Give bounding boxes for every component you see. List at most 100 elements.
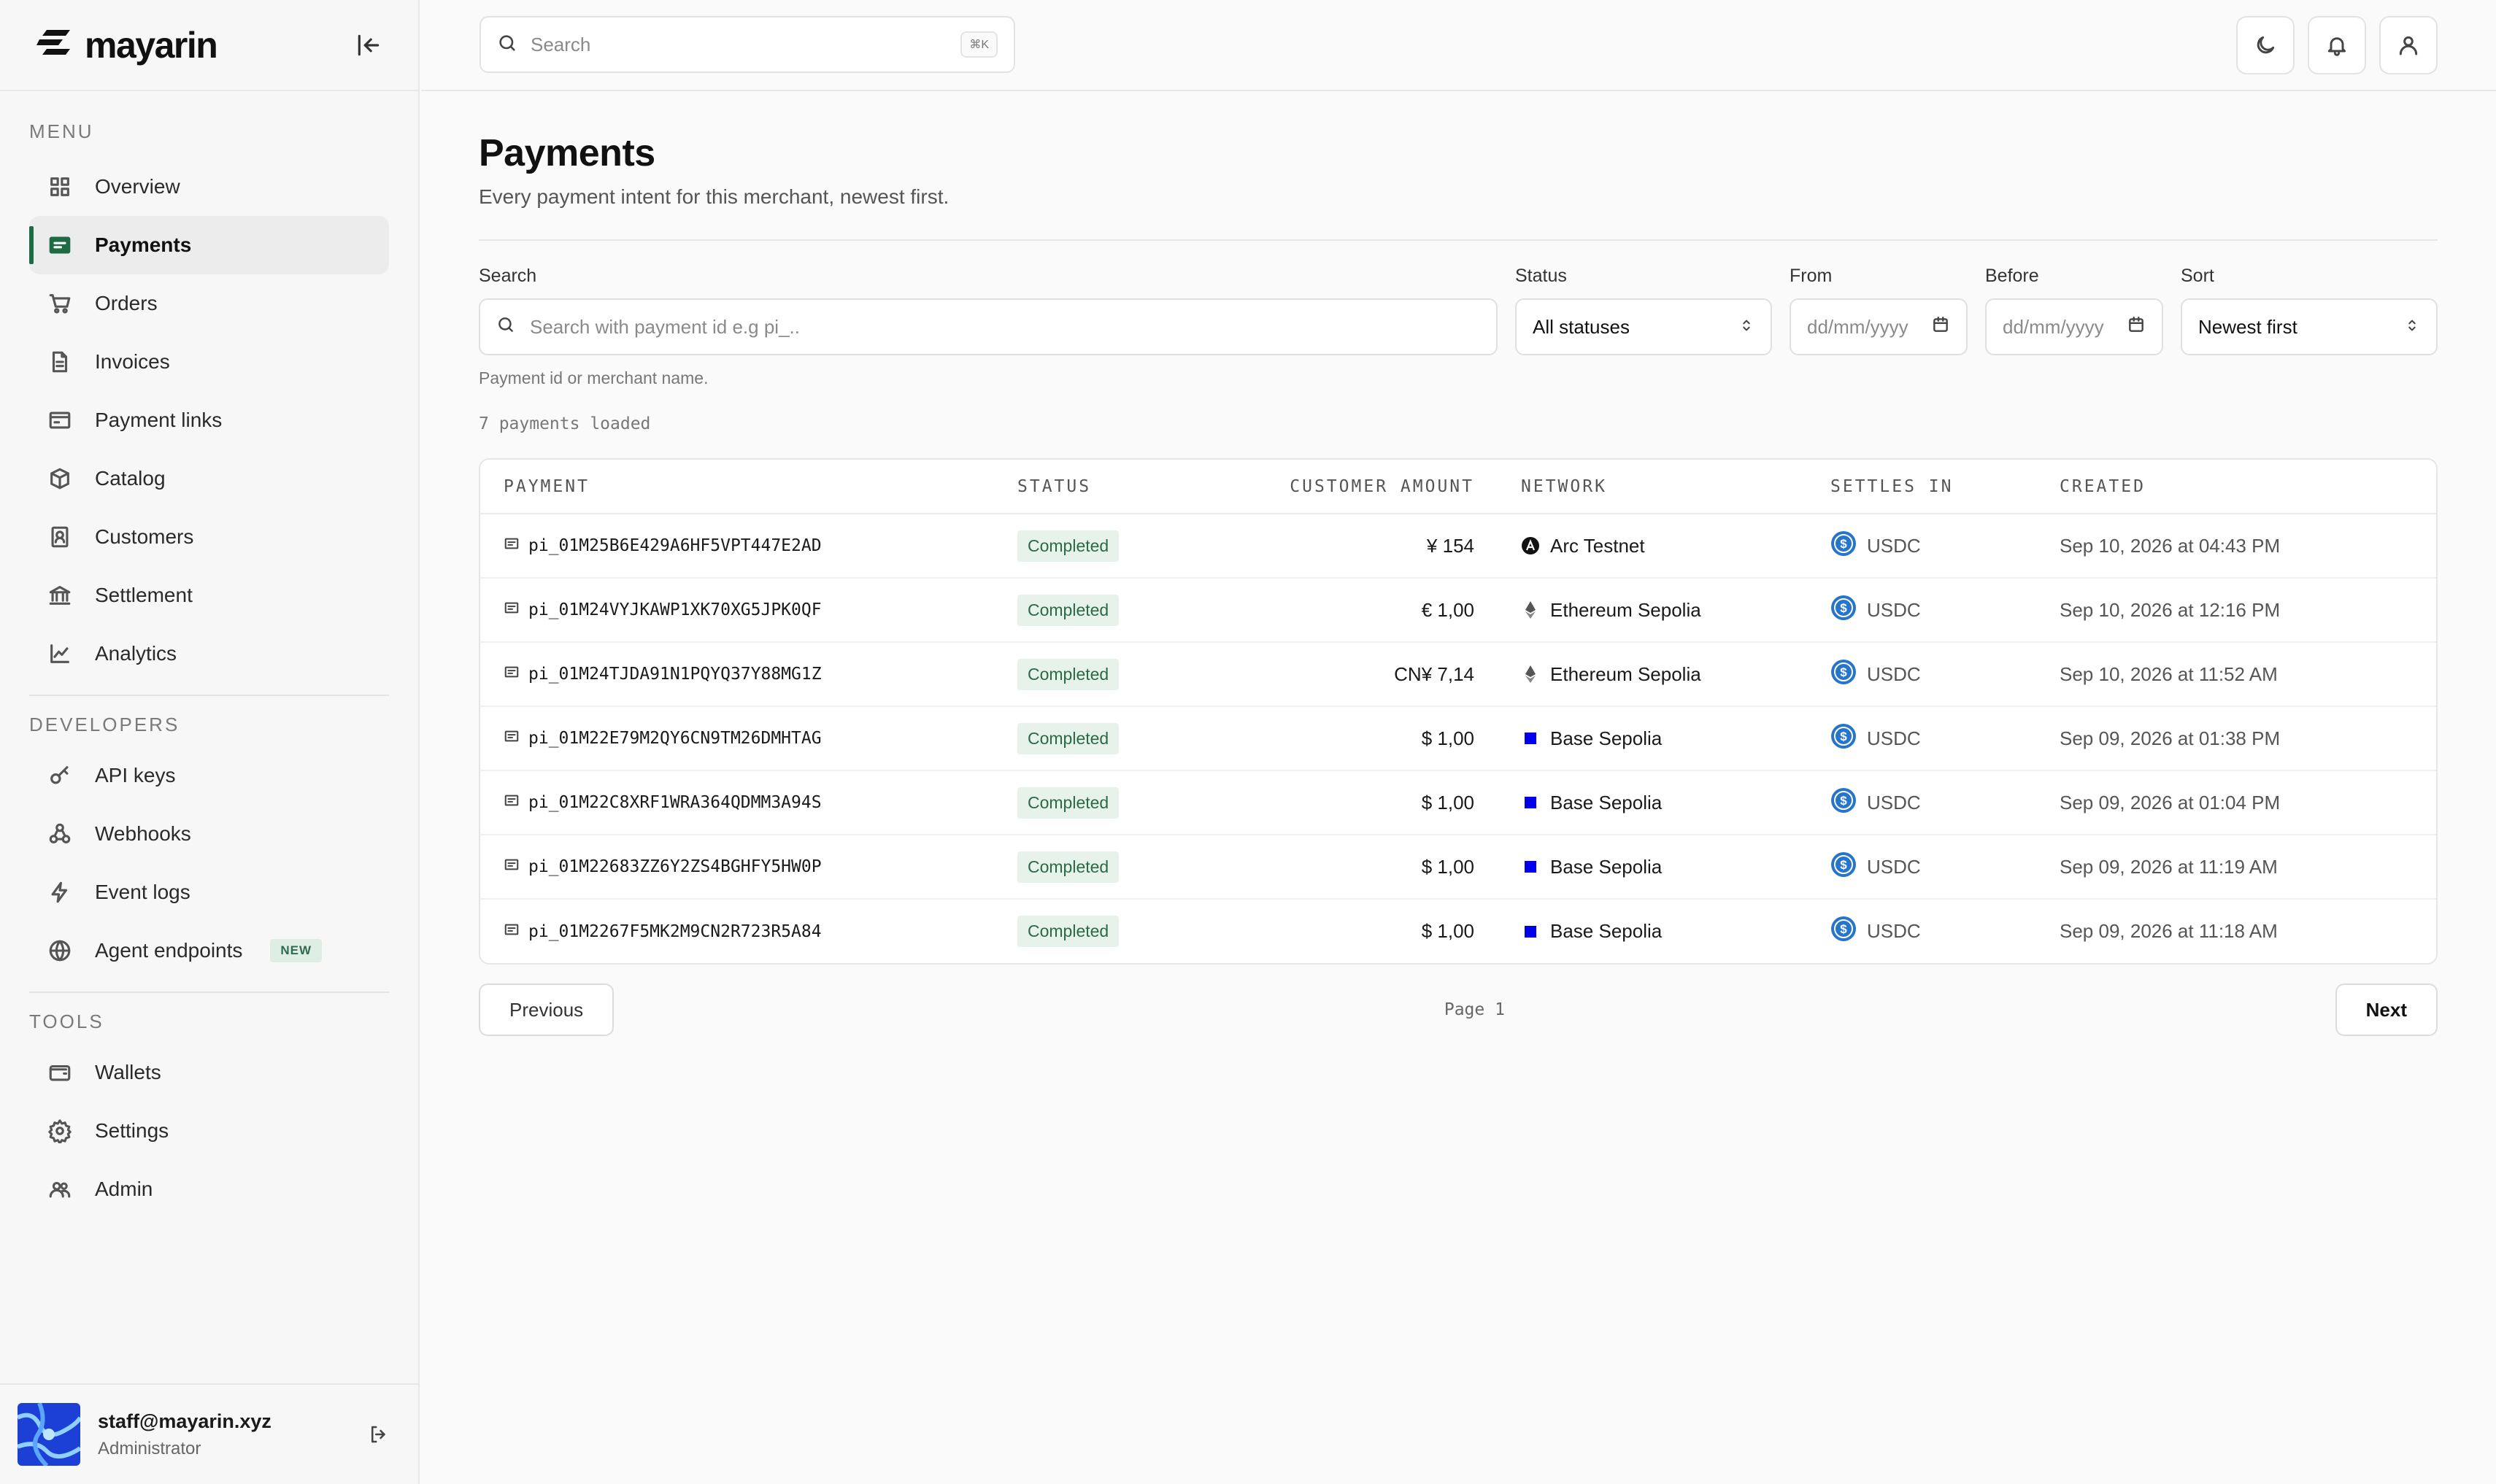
payment-cell[interactable]: pi_01M24VYJKAWP1XK70XG5JPK0QF (480, 578, 994, 643)
sort-select[interactable]: Newest first (2181, 298, 2438, 355)
network-cell: Ethereum Sepolia (1498, 578, 1807, 643)
payment-icon (504, 921, 520, 942)
payment-id[interactable]: pi_01M25B6E429A6HF5VPT447E2AD (528, 536, 822, 555)
settle-currency: USDC (1867, 662, 1921, 685)
col-status[interactable]: STATUS (994, 460, 1213, 514)
sidebar-item-agent-endpoints[interactable]: Agent endpoints NEW (29, 921, 389, 980)
sidebar-item-label: Webhooks (95, 822, 191, 845)
global-search-input[interactable]: Search ⌘K (479, 16, 1015, 73)
created-date: Sep 09, 2026 at 11:18 AM (2060, 920, 2278, 942)
sidebar-item-analytics[interactable]: Analytics (29, 625, 389, 683)
sidebar-item-label: API keys (95, 764, 176, 787)
sidebar-item-label: Catalog (95, 467, 166, 490)
payment-id[interactable]: pi_01M2267F5MK2M9CN2R723R5A84 (528, 922, 822, 941)
usdc-icon: $ (1830, 595, 1857, 626)
customer-amount: CN¥ 7,14 (1213, 642, 1498, 707)
status-cell: Completed (994, 770, 1213, 835)
collapse-sidebar-button[interactable] (348, 25, 389, 66)
sidebar-item-webhooks[interactable]: Webhooks (29, 805, 389, 863)
settle-currency: USDC (1867, 791, 1921, 814)
payment-id[interactable]: pi_01M22C8XRF1WRA364QDMM3A94S (528, 793, 822, 812)
table-row[interactable]: pi_01M24VYJKAWP1XK70XG5JPK0QF Completed € … (480, 578, 2436, 643)
logout-icon (371, 1426, 385, 1443)
payment-cell[interactable]: pi_01M25B6E429A6HF5VPT447E2AD (480, 514, 994, 579)
network-cell: Arc Testnet (1498, 514, 1807, 579)
network-cell: Base Sepolia (1498, 835, 1807, 900)
sidebar-item-payment-links[interactable]: Payment links (29, 391, 389, 449)
settles-cell: $ USDC (1807, 706, 2036, 771)
bell-icon (2327, 37, 2346, 56)
sidebar-item-wallets[interactable]: Wallets (29, 1043, 389, 1102)
payment-id[interactable]: pi_01M24VYJKAWP1XK70XG5JPK0QF (528, 600, 822, 619)
user-info: staff@mayarin.xyz Administrator (98, 1410, 347, 1459)
sidebar-item-payments[interactable]: Payments (29, 216, 389, 274)
table-row[interactable]: pi_01M24TJDA91N1PQYQ37Y88MG1Z Completed CN… (480, 642, 2436, 707)
sort-select-value: Newest first (2198, 315, 2297, 338)
card-icon (47, 232, 73, 258)
brand-logo[interactable]: mayarin (36, 24, 218, 66)
user-profile: staff@mayarin.xyz Administrator (0, 1383, 420, 1484)
customer-amount: $ 1,00 (1213, 770, 1498, 835)
previous-button[interactable]: Previous (479, 983, 615, 1036)
calendar-icon[interactable] (2127, 315, 2146, 339)
network-cell: Base Sepolia (1498, 899, 1807, 963)
sidebar-item-invoices[interactable]: Invoices (29, 333, 389, 391)
sidebar-item-overview[interactable]: Overview (29, 158, 389, 216)
payment-id[interactable]: pi_01M24TJDA91N1PQYQ37Y88MG1Z (528, 665, 822, 684)
sidebar-item-customers[interactable]: Customers (29, 508, 389, 566)
payment-icon (504, 792, 520, 813)
sidebar-item-event-logs[interactable]: Event logs (29, 863, 389, 921)
status-select[interactable]: All statuses (1515, 298, 1772, 355)
from-field: From dd/mm/yyyy (1790, 266, 1968, 388)
account-button[interactable] (2379, 16, 2438, 74)
sidebar-item-orders[interactable]: Orders (29, 274, 389, 333)
payment-cell[interactable]: pi_01M2267F5MK2M9CN2R723R5A84 (480, 899, 994, 963)
payment-cell[interactable]: pi_01M22683ZZ6Y2ZS4BGHFY5HW0P (480, 835, 994, 900)
payment-cell[interactable]: pi_01M22E79M2QY6CN9TM26DMHTAG (480, 706, 994, 771)
payment-search-input[interactable]: Search with payment id e.g pi_.. (479, 298, 1498, 355)
calendar-icon[interactable] (1931, 315, 1950, 339)
customer-amount: $ 1,00 (1213, 835, 1498, 900)
mayarin-logo-icon (36, 28, 73, 61)
sidebar-item-catalog[interactable]: Catalog (29, 449, 389, 508)
page-indicator: Page 1 (1444, 1000, 1505, 1019)
next-button[interactable]: Next (2335, 983, 2438, 1036)
col-settles-in[interactable]: SETTLES IN (1807, 460, 2036, 514)
col-payment[interactable]: PAYMENT (480, 460, 994, 514)
table-row[interactable]: pi_01M22683ZZ6Y2ZS4BGHFY5HW0P Completed $ … (480, 835, 2436, 900)
sidebar-item-settings[interactable]: Settings (29, 1102, 389, 1160)
before-date-input[interactable]: dd/mm/yyyy (1985, 298, 2163, 355)
usdc-icon: $ (1830, 530, 1857, 562)
payment-cell[interactable]: pi_01M24TJDA91N1PQYQ37Y88MG1Z (480, 642, 994, 707)
usdc-icon: $ (1830, 723, 1857, 754)
payment-id[interactable]: pi_01M22683ZZ6Y2ZS4BGHFY5HW0P (528, 857, 822, 876)
payment-id[interactable]: pi_01M22E79M2QY6CN9TM26DMHTAG (528, 729, 822, 748)
created-date: Sep 10, 2026 at 12:16 PM (2036, 578, 2436, 643)
theme-toggle-button[interactable] (2236, 16, 2295, 74)
settle-currency: USDC (1867, 534, 1921, 557)
status-cell: Completed (994, 514, 1213, 579)
gear-icon (47, 1118, 73, 1144)
col-created[interactable]: CREATED (2036, 460, 2436, 514)
sidebar-item-api-keys[interactable]: API keys (29, 746, 389, 805)
col-network[interactable]: NETWORK (1498, 460, 1807, 514)
col-customer-amount[interactable]: CUSTOMER AMOUNT (1213, 460, 1498, 514)
inbox-icon (47, 407, 73, 433)
page-subtitle: Every payment intent for this merchant, … (479, 185, 950, 208)
payment-cell[interactable]: pi_01M22C8XRF1WRA364QDMM3A94S (480, 770, 994, 835)
top-actions (2236, 16, 2438, 74)
contact-icon (47, 524, 73, 550)
table-row[interactable]: pi_01M25B6E429A6HF5VPT447E2AD Completed ¥ … (480, 514, 2436, 579)
avatar[interactable] (18, 1403, 80, 1466)
sidebar-item-admin[interactable]: Admin (29, 1160, 389, 1218)
table-row[interactable]: pi_01M22E79M2QY6CN9TM26DMHTAG Completed $ … (480, 706, 2436, 771)
chevron-updown-icon (1738, 316, 1754, 339)
table-row[interactable]: pi_01M22C8XRF1WRA364QDMM3A94S Completed $ … (480, 770, 2436, 835)
notifications-button[interactable] (2308, 16, 2366, 74)
sidebar-item-settlement[interactable]: Settlement (29, 566, 389, 625)
from-date-input[interactable]: dd/mm/yyyy (1790, 298, 1968, 355)
shortcut-hint: ⌘K (960, 31, 998, 58)
table-row[interactable]: pi_01M2267F5MK2M9CN2R723R5A84 Completed $ … (480, 899, 2436, 963)
logout-button[interactable] (364, 1420, 393, 1449)
from-label: From (1790, 266, 1833, 286)
